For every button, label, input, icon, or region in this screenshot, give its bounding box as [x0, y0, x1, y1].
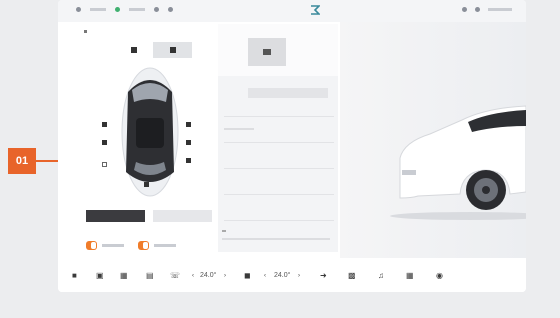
vehicle-control-panel	[64, 24, 212, 260]
toggle-1[interactable]	[86, 240, 124, 250]
toggle-1-switch[interactable]	[86, 240, 97, 250]
front-view-icon	[130, 47, 137, 53]
divider	[224, 194, 334, 195]
volume-icon[interactable]: ◉	[436, 271, 443, 280]
divider	[224, 168, 334, 169]
setting-footnote-text	[222, 238, 330, 240]
temp-left-up-button[interactable]: ›	[224, 273, 226, 279]
tyre-fl-button[interactable]	[102, 122, 107, 127]
view-rear-button[interactable]	[153, 42, 192, 58]
climate-icon[interactable]: ▦	[120, 271, 128, 280]
phone-icon[interactable]: ☏	[170, 271, 180, 280]
toggle-2[interactable]	[138, 240, 176, 250]
temp-left-down-button[interactable]: ‹	[192, 273, 194, 279]
setting-footnote-mark	[222, 230, 226, 232]
music-icon[interactable]: ♫	[378, 271, 384, 280]
location-icon	[168, 7, 173, 12]
brand-logo-icon	[311, 5, 320, 15]
defrost-icon[interactable]: ➜	[320, 271, 327, 280]
fan-icon[interactable]: ▤	[146, 271, 154, 280]
wifi-icon	[154, 7, 159, 12]
status-green-icon	[115, 7, 120, 12]
status-bar	[58, 0, 526, 22]
tyre-rl-button[interactable]	[102, 162, 107, 167]
seat-icon[interactable]: ▣	[96, 271, 104, 280]
bluetooth-icon	[462, 7, 467, 12]
car-side-image	[390, 105, 526, 220]
temp-left-value: 24.0°	[200, 272, 217, 279]
status-text-blur	[129, 8, 145, 11]
temp-right-value: 24.0°	[274, 272, 291, 279]
status-right	[462, 7, 512, 12]
user-icon	[475, 7, 480, 12]
settings-input-field[interactable]	[248, 88, 328, 98]
signal-icon	[76, 7, 81, 12]
car-icon[interactable]: ■	[72, 271, 77, 280]
toggle-2-switch[interactable]	[138, 240, 149, 250]
trunk-button[interactable]	[144, 182, 149, 187]
panel-dot-icon	[84, 30, 87, 33]
settings-panel	[218, 24, 338, 252]
view-toggle[interactable]	[114, 42, 192, 58]
toggle-row	[86, 238, 226, 252]
camera-icon[interactable]: ▩	[348, 271, 356, 280]
head-unit-screen: ■ ▣ ▦ ▤ ☏ ‹ 24.0° › ◼ ‹ 24.0° › ➜ ▩ ♫ ▦ …	[58, 0, 526, 292]
vehicle-preview	[340, 22, 526, 258]
status-left	[76, 7, 173, 12]
status-text-blur	[90, 8, 106, 11]
bottom-dock: ■ ▣ ▦ ▤ ☏ ‹ 24.0° › ◼ ‹ 24.0° › ➜ ▩ ♫ ▦ …	[58, 262, 526, 292]
tyre-rr-button[interactable]	[186, 158, 191, 163]
settings-card	[218, 76, 338, 252]
temp-right-down-button[interactable]: ‹	[264, 273, 266, 279]
tyre-ml-button[interactable]	[102, 140, 107, 145]
toggle-2-label	[154, 243, 176, 247]
apps-icon[interactable]: ▦	[406, 271, 414, 280]
settings-top-icon	[263, 49, 271, 55]
clock-blur	[488, 8, 512, 11]
setting-row-text	[224, 128, 254, 130]
ac-icon[interactable]: ◼	[244, 271, 251, 280]
callout-badge: 01	[8, 148, 36, 174]
car-top-view	[121, 67, 179, 197]
toggle-1-label	[102, 243, 124, 247]
divider	[224, 220, 334, 221]
tyre-mr-button[interactable]	[186, 140, 191, 145]
tyre-fr-button[interactable]	[186, 122, 191, 127]
temp-right-up-button[interactable]: ›	[298, 273, 300, 279]
divider	[224, 142, 334, 143]
mode-segmented-control[interactable]	[86, 210, 212, 222]
mode-option-2[interactable]	[153, 210, 212, 222]
settings-top-button[interactable]	[248, 38, 286, 66]
rear-view-icon	[169, 47, 176, 53]
divider	[224, 116, 334, 117]
view-front-button[interactable]	[114, 42, 153, 58]
mode-option-1[interactable]	[86, 210, 145, 222]
